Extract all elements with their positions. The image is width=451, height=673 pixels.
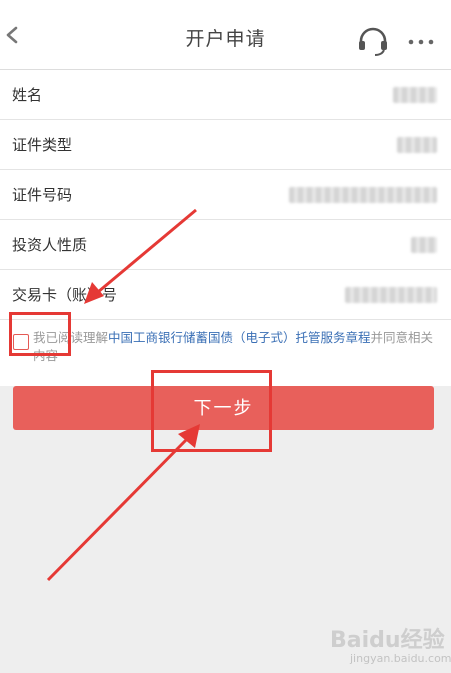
name-value-blurred: [393, 87, 437, 103]
id-type-value-blurred: [397, 137, 437, 153]
investor-type-label: 投资人性质: [12, 236, 88, 254]
baidu-watermark-url: jingyan.baidu.com: [350, 652, 451, 665]
agreement-link[interactable]: 中国工商银行储蓄国债（电子式）托管服务章程: [108, 330, 371, 345]
form-row-name: 姓名: [0, 70, 451, 120]
investor-type-value-blurred: [411, 237, 437, 253]
form-row-id-number: 证件号码: [0, 170, 451, 220]
card-number-label: 交易卡（账）号: [12, 286, 118, 304]
id-number-label: 证件号码: [12, 186, 73, 204]
annotation-box-checkbox: [9, 312, 71, 356]
app-header: 开户申请: [0, 0, 451, 70]
card-number-value-blurred: [345, 287, 437, 303]
agreement-text: 我已阅读理解中国工商银行储蓄国债（电子式）托管服务章程并同意相关内容: [33, 329, 438, 365]
annotation-box-next: [151, 370, 272, 452]
id-type-label: 证件类型: [12, 136, 73, 154]
id-number-value-blurred: [289, 187, 437, 203]
baidu-watermark: Baidu经验: [330, 628, 445, 653]
form-row-id-type: 证件类型: [0, 120, 451, 170]
more-dots-icon[interactable]: [406, 32, 436, 52]
name-label: 姓名: [12, 86, 43, 104]
account-form: 姓名 证件类型 证件号码 投资人性质 交易卡（账）号: [0, 70, 451, 320]
headset-icon[interactable]: [356, 26, 390, 58]
form-row-investor-type: 投资人性质: [0, 220, 451, 270]
